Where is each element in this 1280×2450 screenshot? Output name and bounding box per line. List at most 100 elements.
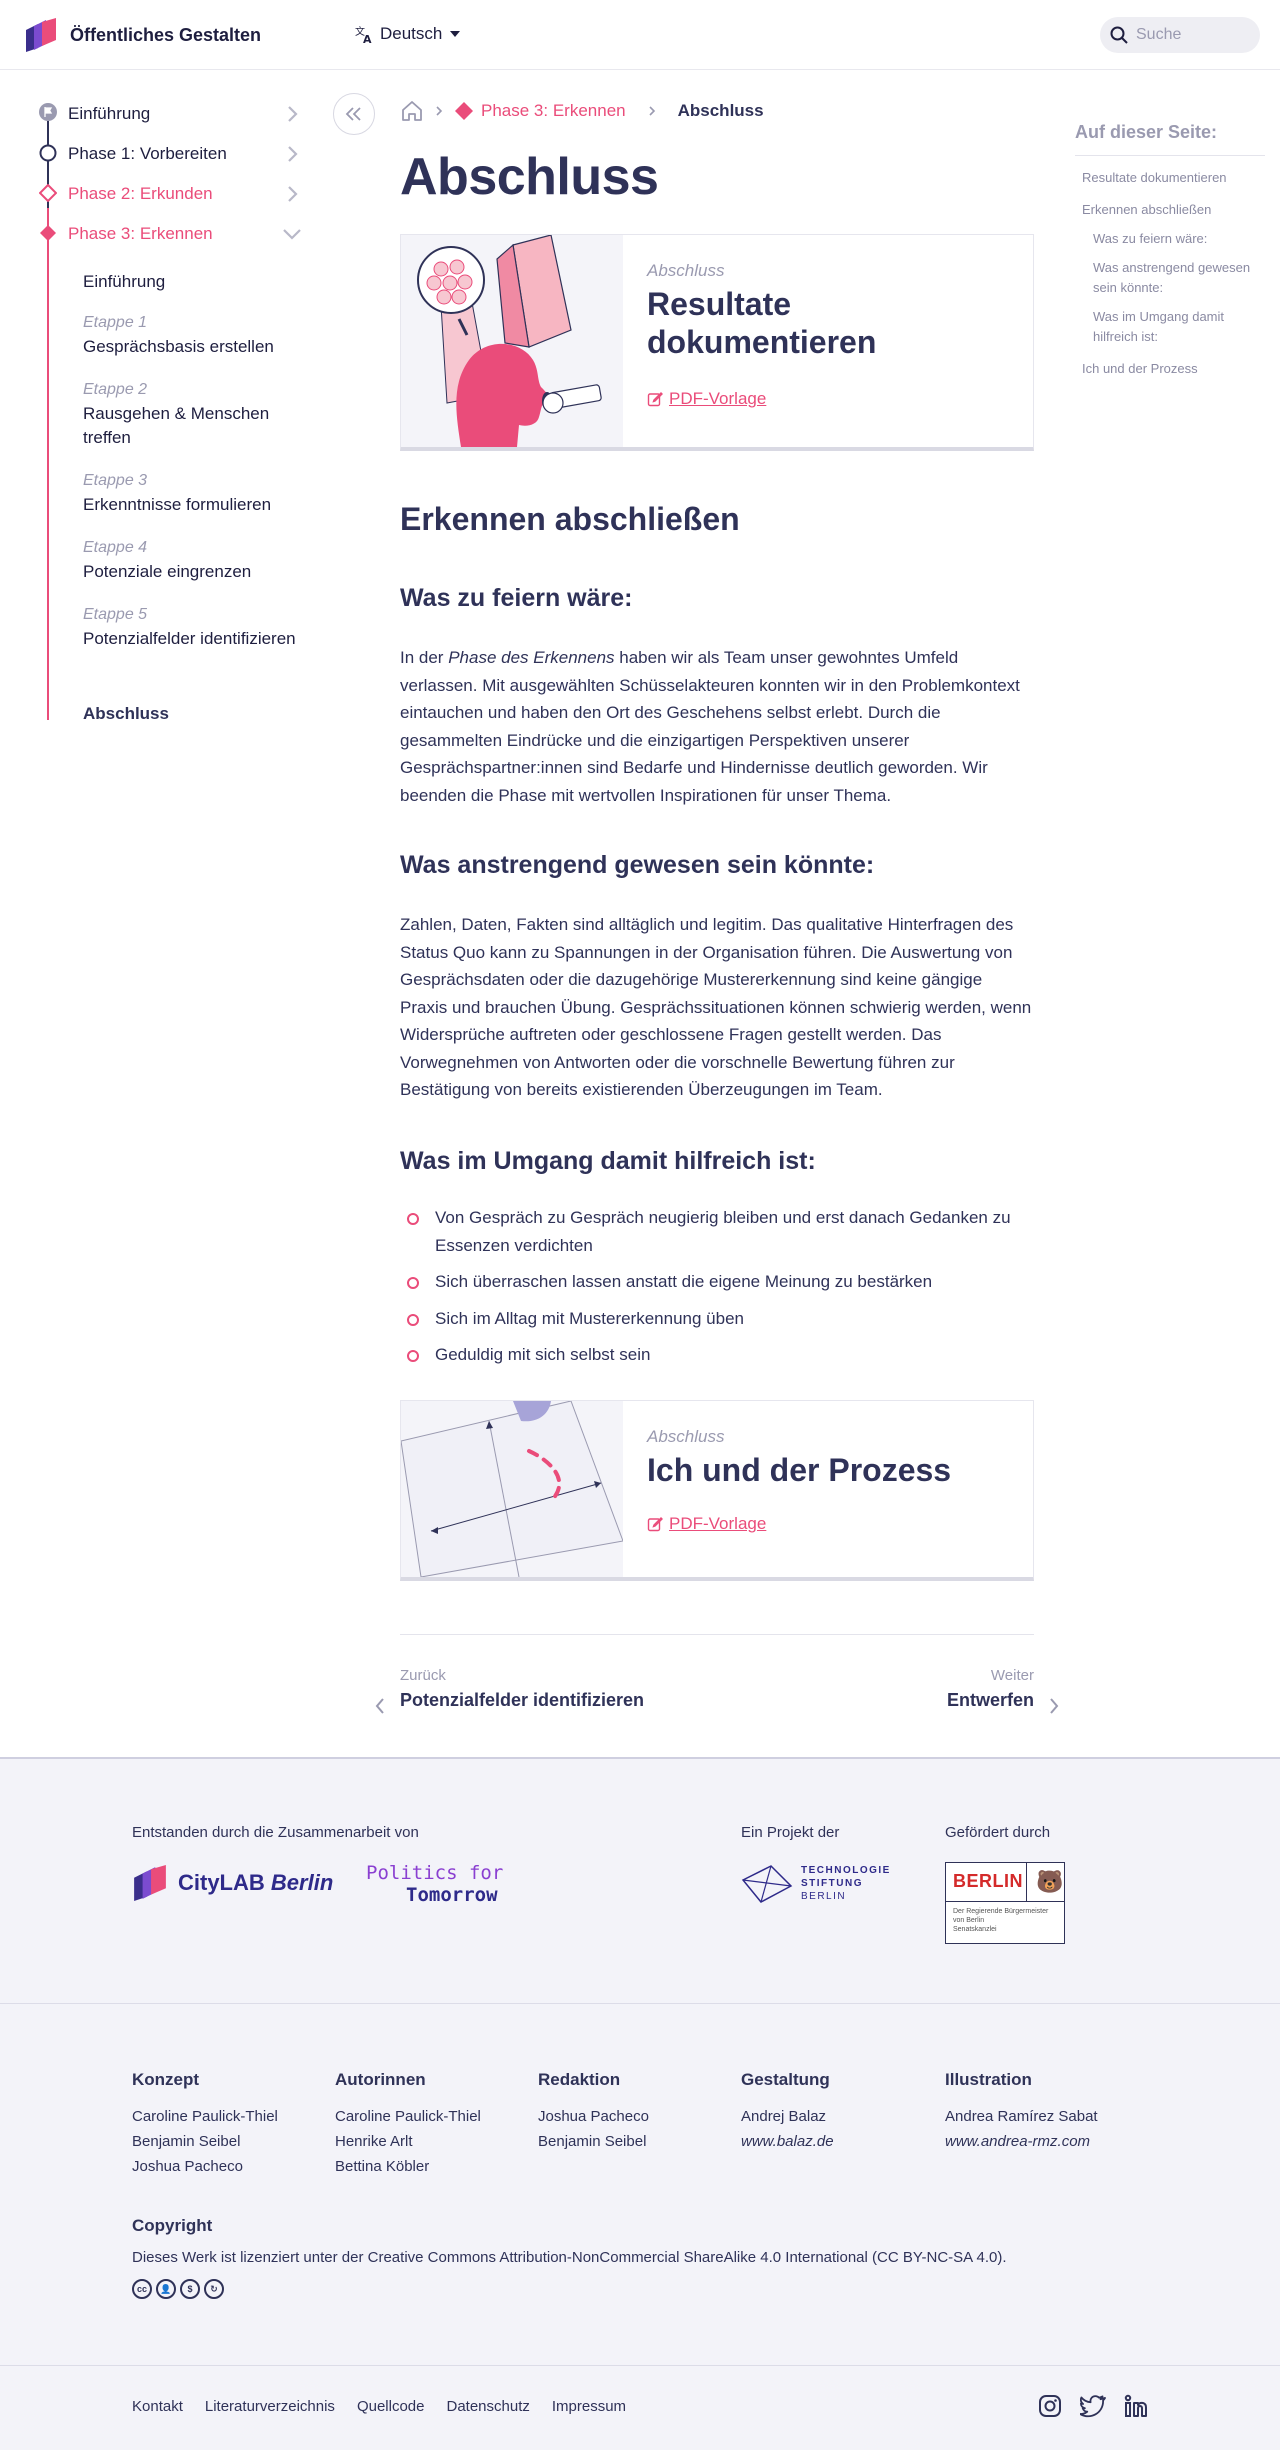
berlin-senate-logo[interactable]: BERLIN 🐻 Der Regierende Bürgermeister vo…: [945, 1862, 1065, 1944]
table-of-contents: Auf dieser Seite: Resultate dokumentiere…: [1075, 122, 1265, 379]
diamond-outline-icon: [39, 184, 57, 202]
template-card-resultate[interactable]: Abschluss Resultate dokumentieren PDF-Vo…: [400, 234, 1034, 451]
credit-name: Andrej Balaz: [741, 2108, 827, 2125]
sidebar-item-phase2[interactable]: Phase 2: Erkunden: [68, 184, 213, 204]
toc-link[interactable]: Was im Umgang damit hilfreich ist:: [1075, 307, 1265, 347]
politics-for-tomorrow-logo[interactable]: Politics for Tomorrow: [366, 1862, 503, 1906]
linkedin-icon[interactable]: [1124, 2394, 1148, 2423]
sidebar-subitem-einfuehrung[interactable]: Einführung: [83, 270, 303, 294]
site-title[interactable]: Öffentliches Gestalten: [70, 25, 261, 46]
chevron-right-icon[interactable]: [284, 185, 300, 203]
sidebar-item-phase1[interactable]: Phase 1: Vorbereiten: [68, 144, 227, 164]
bullet-circle-icon: [407, 1350, 419, 1362]
twitter-icon[interactable]: [1079, 2394, 1106, 2423]
chevron-down-icon[interactable]: [282, 227, 302, 241]
breadcrumb: Phase 3: Erkennen Abschluss: [400, 98, 764, 124]
process-diagram-illustration-icon: [401, 1401, 623, 1577]
footer-link-impressum[interactable]: Impressum: [552, 2398, 626, 2415]
technologiestiftung-logo[interactable]: TECHNOLOGIE STIFTUNG BERLIN: [741, 1862, 891, 1904]
copyright-title: Copyright: [132, 2216, 213, 2235]
cc-icon: cc: [132, 2279, 152, 2299]
edit-icon: [647, 1517, 663, 1532]
footer-link-datenschutz[interactable]: Datenschutz: [446, 2398, 529, 2415]
chevron-right-icon: [1050, 1698, 1059, 1714]
next-label: Weiter: [990, 1667, 1034, 1684]
sidebar-subitem-abschluss[interactable]: Abschluss: [83, 702, 303, 726]
subheading-hard: Was anstrengend gewesen sein könnte:: [400, 851, 875, 879]
previous-page-link[interactable]: Zurück Potenzialfelder identifizieren: [375, 1667, 644, 1714]
footer-link-literatur[interactable]: Literaturverzeichnis: [205, 2398, 335, 2415]
subheading-help: Was im Umgang damit hilfreich ist:: [400, 1147, 816, 1175]
pdf-label: PDF-Vorlage: [669, 1514, 767, 1533]
sidebar-subitem-etappe5[interactable]: Etappe 5 Potenzialfelder identifizieren: [83, 603, 303, 651]
cc-license-icons[interactable]: cc 👤 $ ↻: [132, 2279, 224, 2299]
chevron-right-icon[interactable]: [284, 145, 300, 163]
etappe-label: Etappe 2: [83, 381, 148, 398]
breadcrumb-current: Abschluss: [677, 101, 764, 120]
sidebar-subitem-etappe2[interactable]: Etappe 2 Rausgehen & Menschen treffen: [83, 378, 303, 450]
paragraph-emphasis: Phase des Erkennens: [448, 648, 615, 667]
citylab-logo[interactable]: CityLAB Berlin: [132, 1864, 333, 1902]
instagram-icon[interactable]: [1038, 2394, 1062, 2423]
search-icon: [1110, 26, 1128, 44]
etappe-label: Etappe 3: [83, 472, 148, 489]
credit-column-redaktion: Redaktion Joshua Pacheco Benjamin Seibel: [538, 2070, 728, 2154]
sidebar-item-einfuehrung[interactable]: Einführung: [68, 104, 150, 124]
toc-link[interactable]: Was anstrengend gewesen sein könnte:: [1075, 258, 1265, 298]
search-input[interactable]: [1136, 26, 1246, 44]
berlin-bear-icon: 🐻: [1036, 1869, 1064, 1894]
credit-name: Benjamin Seibel: [538, 2133, 647, 2150]
sidebar-item-phase3[interactable]: Phase 3: Erkennen: [68, 224, 213, 244]
pdf-template-link[interactable]: PDF-Vorlage: [647, 389, 766, 409]
home-icon[interactable]: [400, 99, 424, 123]
subitem-label: Potenziale eingrenzen: [83, 562, 252, 581]
tsb-line2: STIFTUNG: [801, 1877, 863, 1889]
language-select[interactable]: 文 A Deutsch: [354, 24, 462, 44]
paragraph-hard: Zahlen, Daten, Fakten sind alltäglich un…: [400, 915, 1032, 1099]
credit-website-link[interactable]: www.balaz.de: [741, 2129, 931, 2154]
list-item-text: Sich überraschen lassen anstatt die eige…: [435, 1272, 933, 1291]
diamond-filled-icon: [40, 225, 56, 241]
project-label: Ein Projekt der: [741, 1824, 840, 1841]
toc-link[interactable]: Was zu feiern wäre:: [1075, 229, 1265, 249]
credit-website-link[interactable]: www.andrea-rmz.com: [945, 2129, 1135, 2154]
footer-partners: Entstanden durch die Zusammenarbeit von …: [0, 1757, 1280, 2003]
cc-sa-icon: ↻: [204, 2279, 224, 2299]
sidebar-subitem-etappe1[interactable]: Etappe 1 Gesprächsbasis erstellen: [83, 311, 303, 359]
page-title: Abschluss: [400, 148, 659, 206]
site-logo-icon[interactable]: [24, 18, 58, 52]
toc-link[interactable]: Resultate dokumentieren: [1075, 168, 1265, 188]
footer-link-quellcode[interactable]: Quellcode: [357, 2398, 425, 2415]
chevron-right-icon[interactable]: [284, 105, 300, 123]
search-box[interactable]: [1100, 17, 1260, 53]
credit-column-gestaltung: Gestaltung Andrej Balaz www.balaz.de: [741, 2070, 931, 2154]
collapse-sidebar-button[interactable]: [333, 93, 375, 135]
breadcrumb-phase-link[interactable]: Phase 3: Erkennen: [454, 101, 626, 121]
translate-icon: 文 A: [355, 25, 372, 44]
toc-link[interactable]: Ich und der Prozess: [1075, 359, 1265, 379]
top-bar: Öffentliches Gestalten 文 A Deutsch: [0, 0, 1280, 70]
list-item-text: Von Gespräch zu Gespräch neugierig bleib…: [435, 1208, 1011, 1255]
credit-name: Joshua Pacheco: [538, 2108, 649, 2125]
list-item: Sich überraschen lassen anstatt die eige…: [400, 1268, 1034, 1296]
credit-title: Autorinnen: [335, 2070, 426, 2089]
card-illustration: [401, 1401, 623, 1577]
credit-title: Illustration: [945, 2070, 1032, 2089]
sidebar-subitem-etappe4[interactable]: Etappe 4 Potenziale eingrenzen: [83, 536, 303, 584]
collab-label: Entstanden durch die Zusammenarbeit von: [132, 1824, 419, 1841]
pdf-template-link[interactable]: PDF-Vorlage: [647, 1514, 766, 1534]
copyright-text: Dieses Werk ist lizenziert unter der Cre…: [132, 2249, 1007, 2266]
svg-text:A: A: [363, 33, 372, 44]
card-title: Resultate dokumentieren: [647, 286, 877, 360]
toc-link[interactable]: Erkennen abschließen: [1075, 200, 1265, 220]
toc-title: Auf dieser Seite:: [1075, 122, 1265, 156]
template-card-prozess[interactable]: Abschluss Ich und der Prozess PDF-Vorlag…: [400, 1400, 1034, 1581]
list-item: Von Gespräch zu Gespräch neugierig bleib…: [400, 1204, 1034, 1259]
circle-marker-icon: [39, 144, 57, 162]
footer-link-kontakt[interactable]: Kontakt: [132, 2398, 183, 2415]
credit-title: Gestaltung: [741, 2070, 830, 2089]
sidebar-subitem-etappe3[interactable]: Etappe 3 Erkenntnisse formulieren: [83, 469, 303, 517]
card-illustration: [401, 235, 623, 447]
pft-line1: Politics for: [366, 1862, 504, 1884]
next-page-link[interactable]: Weiter Entwerfen: [947, 1667, 1059, 1714]
